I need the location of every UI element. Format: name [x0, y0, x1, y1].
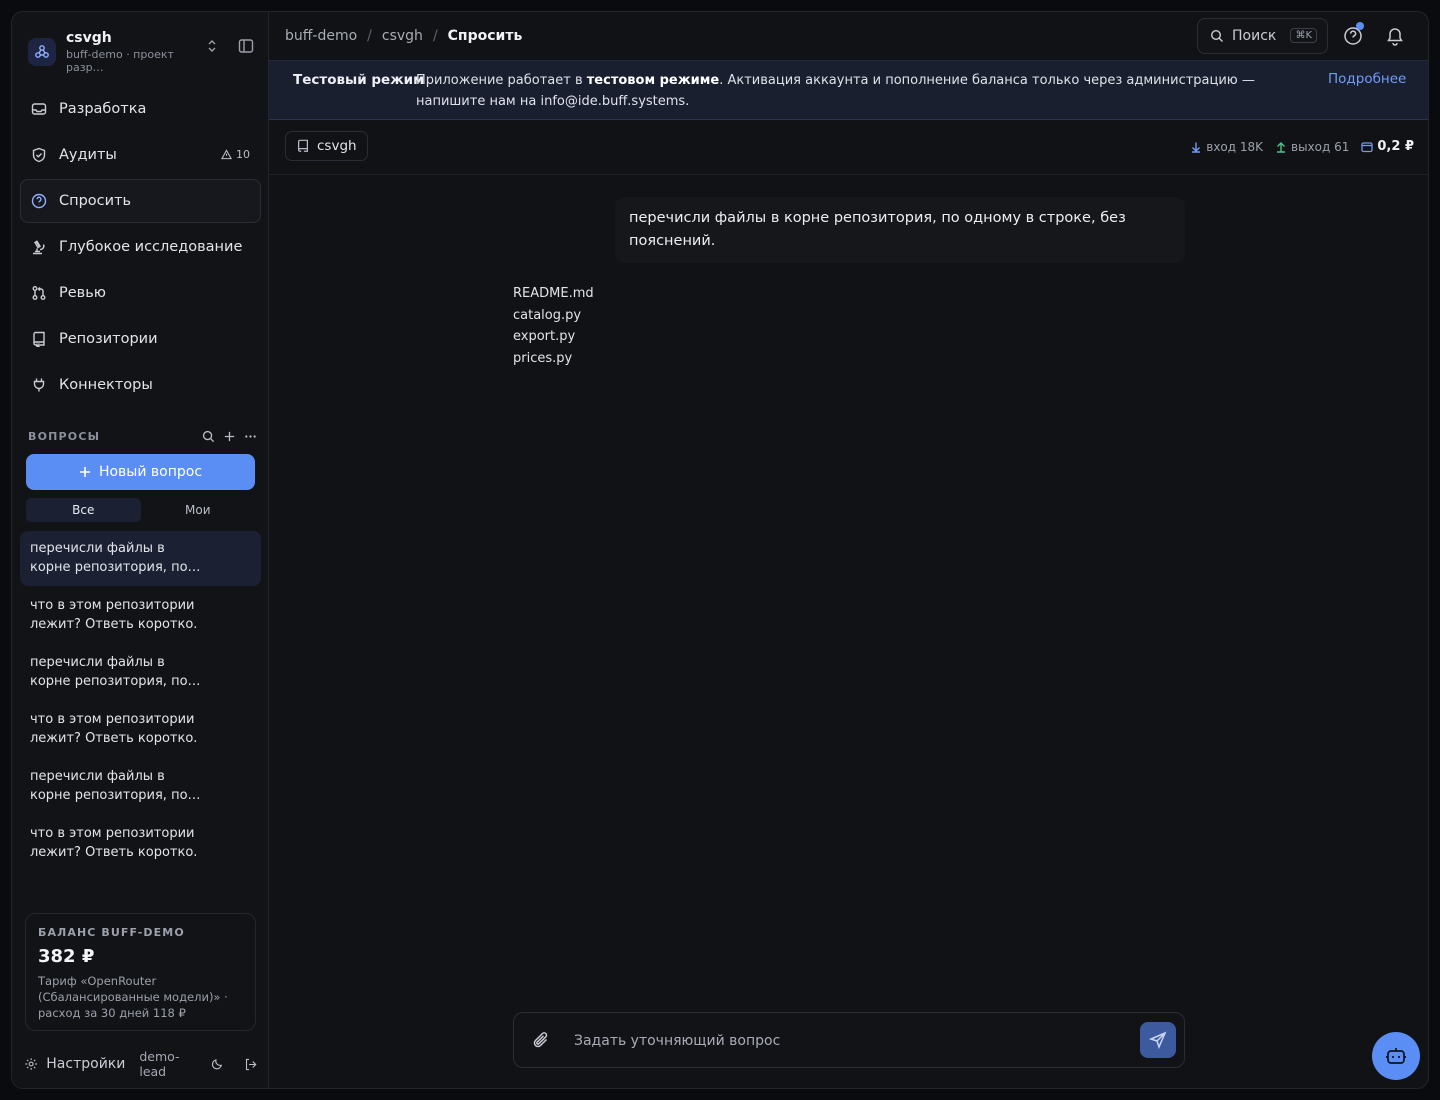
plus-icon[interactable]	[223, 430, 236, 443]
nav-item-development[interactable]: Разработка	[20, 87, 261, 131]
shield-icon	[32, 147, 46, 163]
composer	[513, 1012, 1185, 1068]
answer-line: prices.py	[513, 350, 573, 366]
plus-icon	[79, 467, 90, 477]
breadcrumb: buff-demo / csvgh / Спросить	[285, 28, 523, 44]
search-button[interactable]: Поиск ⌘K	[1197, 18, 1328, 54]
sidebar-footer: Настройки demo-lead	[24, 1049, 257, 1079]
chat-thread: перечисли файлы в корне репозитория, по …	[269, 175, 1428, 1005]
logout-icon[interactable]	[244, 1057, 257, 1072]
list-item[interactable]: перечисли файлы в корне репозитория, по …	[20, 531, 261, 586]
workspace-logo-icon	[28, 38, 56, 66]
banner-more-link[interactable]: Подробнее	[1328, 71, 1406, 87]
search-shortcut: ⌘K	[1290, 28, 1317, 43]
settings-link[interactable]: Настройки	[46, 1056, 125, 1072]
send-icon	[1149, 1031, 1167, 1049]
new-question-button[interactable]: Новый вопрос	[26, 454, 255, 490]
search-icon	[1210, 29, 1223, 42]
moon-icon[interactable]	[211, 1057, 224, 1071]
app-window: csvgh buff-demo · проект разр… Разработк…	[11, 11, 1429, 1089]
nav-label: Аудиты	[59, 147, 117, 163]
repo-chip[interactable]: csvgh	[285, 131, 368, 161]
nav-label: Ревью	[59, 285, 106, 301]
breadcrumb-org[interactable]: buff-demo	[285, 28, 357, 44]
sidebar-collapse-icon[interactable]	[238, 38, 254, 58]
questions-filter: Все Мои	[26, 498, 255, 522]
context-bar: csvgh вход 18K выход 61 0,2 ₽	[269, 120, 1428, 175]
filter-mine[interactable]: Мои	[141, 498, 256, 522]
nav-item-deep-research[interactable]: Глубокое исследование	[20, 225, 261, 269]
workspace-name: csvgh	[66, 30, 112, 46]
main-nav: Разработка Аудиты 10 Спросить Глубокое и…	[20, 87, 261, 409]
current-user: demo-lead	[139, 1049, 180, 1079]
nav-label: Коннекторы	[59, 377, 153, 393]
nav-label: Глубокое исследование	[59, 239, 243, 255]
tokens-in: вход 18K	[1190, 140, 1263, 154]
gear-icon[interactable]	[24, 1056, 38, 1072]
repo-icon	[298, 139, 308, 152]
filter-all[interactable]: Все	[26, 498, 141, 522]
banner-text: Приложение работает в тестовом режиме. А…	[416, 73, 1255, 109]
nav-label: Разработка	[59, 101, 147, 117]
banner-label: Тестовый режим	[293, 72, 425, 88]
list-item[interactable]: что в этом репозитории лежит? Ответь кор…	[20, 702, 261, 757]
breadcrumb-current: Спросить	[447, 28, 523, 44]
search-icon[interactable]	[202, 430, 215, 443]
arrow-down-icon	[1192, 142, 1201, 153]
breadcrumb-project[interactable]: csvgh	[382, 28, 423, 44]
questions-title: ВОПРОСЫ	[28, 430, 101, 443]
nav-item-repositories[interactable]: Репозитории	[20, 317, 261, 361]
test-mode-banner: Тестовый режим Приложение работает в тес…	[269, 60, 1428, 120]
nav-item-review[interactable]: Ревью	[20, 271, 261, 315]
answer-line: export.py	[513, 329, 576, 344]
warning-icon	[221, 149, 232, 160]
help-circle-icon	[31, 193, 47, 209]
list-item[interactable]: что в этом репозитории лежит? Ответь кор…	[20, 816, 261, 871]
git-pull-request-icon	[32, 286, 46, 300]
balance-title: БАЛАНС BUFF-DEMO	[38, 926, 185, 939]
usage-stats: вход 18K выход 61 0,2 ₽	[1190, 139, 1414, 154]
topbar: buff-demo / csvgh / Спросить Поиск ⌘K	[269, 12, 1428, 60]
chevron-up-down-icon[interactable]	[206, 38, 218, 57]
tokens-out: выход 61	[1275, 140, 1349, 154]
arrow-up-icon	[1277, 141, 1286, 153]
microscope-icon	[33, 240, 45, 255]
assistant-bot-button[interactable]	[1372, 1032, 1420, 1080]
bell-icon[interactable]	[1386, 26, 1404, 50]
main-area: buff-demo / csvgh / Спросить Поиск ⌘K Те…	[269, 12, 1428, 1088]
workspace-subtitle: buff-demo · проект разр…	[66, 48, 174, 74]
nav-label: Спросить	[59, 193, 132, 209]
sidebar: csvgh buff-demo · проект разр… Разработк…	[12, 12, 269, 1088]
follow-up-input[interactable]	[574, 1027, 1124, 1055]
balance-description: Тариф «OpenRouter (Сбалансированные моде…	[38, 974, 228, 1020]
answer-line: catalog.py	[513, 307, 582, 323]
nav-item-connectors[interactable]: Коннекторы	[20, 363, 261, 407]
assistant-answer: README.md catalog.py export.py prices.py	[513, 283, 594, 369]
paperclip-icon[interactable]	[532, 1030, 550, 1054]
bot-icon	[1386, 1048, 1406, 1064]
more-horizontal-icon[interactable]	[244, 430, 257, 443]
list-item[interactable]: перечисли файлы в корне репозитория, по …	[20, 759, 261, 814]
nav-item-ask[interactable]: Спросить	[20, 179, 261, 223]
repo-icon	[33, 331, 45, 347]
questions-header: ВОПРОСЫ	[28, 430, 257, 443]
cost: 0,2 ₽	[1361, 139, 1414, 154]
list-item[interactable]: что в этом репозитории лежит? Ответь кор…	[20, 588, 261, 643]
questions-list: перечисли файлы в корне репозитория, по …	[20, 531, 261, 873]
notification-dot	[1356, 22, 1364, 30]
answer-line: README.md	[513, 286, 594, 301]
inbox-icon	[31, 103, 47, 115]
balance-card: БАЛАНС BUFF-DEMO 382 ₽ Тариф «OpenRouter…	[25, 913, 256, 1031]
nav-item-audits[interactable]: Аудиты 10	[20, 133, 261, 177]
send-button[interactable]	[1140, 1022, 1176, 1058]
workspace-switcher[interactable]: csvgh buff-demo · проект разр…	[28, 30, 254, 74]
wallet-icon	[1361, 141, 1374, 152]
nav-label: Репозитории	[59, 331, 158, 347]
balance-value: 382 ₽	[38, 946, 95, 967]
user-message: перечисли файлы в корне репозитория, по …	[615, 197, 1185, 263]
list-item[interactable]: перечисли файлы в корне репозитория, по …	[20, 645, 261, 700]
audits-badge: 10	[221, 148, 250, 161]
plug-icon	[33, 378, 45, 392]
